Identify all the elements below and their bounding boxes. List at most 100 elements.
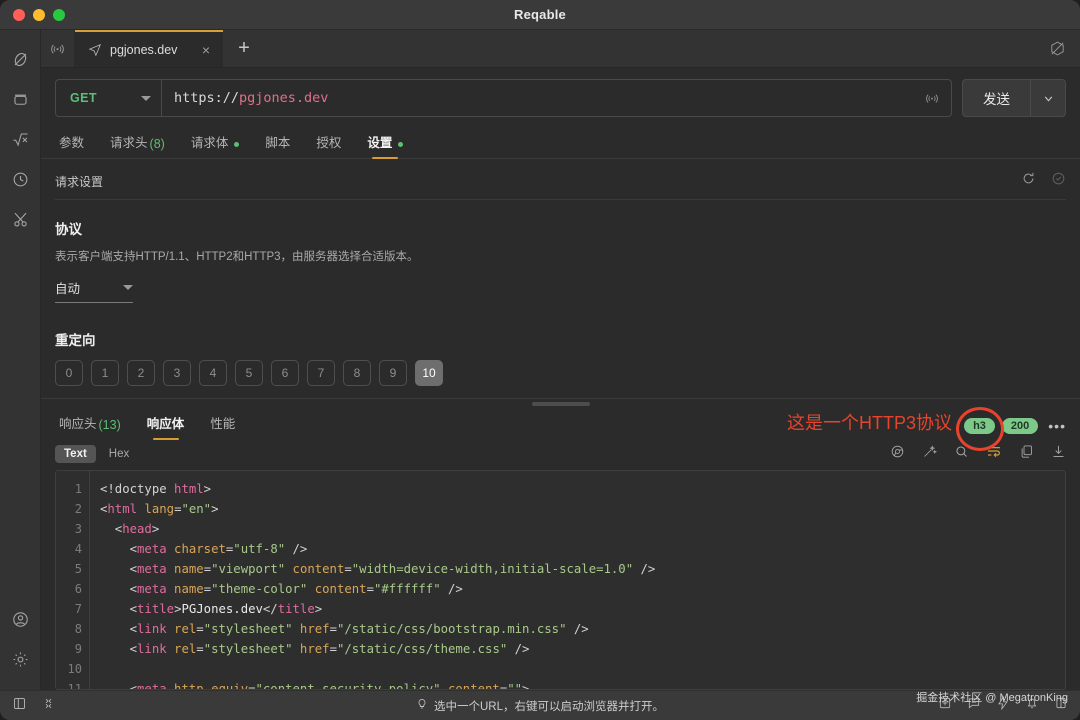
database-icon[interactable] (4, 80, 36, 118)
redirect-option-10[interactable]: 10 (415, 360, 443, 386)
line-number: 11 (67, 682, 82, 690)
code-token: < (100, 682, 138, 689)
status-left-actions (12, 696, 56, 716)
tab-headers[interactable]: 请求头 (8) (97, 132, 178, 158)
redirect-option-3[interactable]: 3 (163, 360, 191, 386)
tab-label: pgjones.dev (110, 42, 178, 57)
code-token: charset (166, 542, 226, 556)
code-token: meta (137, 582, 167, 596)
copy-icon[interactable] (1019, 444, 1034, 464)
tab-body[interactable]: 请求体 (178, 132, 253, 158)
view-mode-hex[interactable]: Hex (100, 445, 138, 463)
code-token: meta (137, 542, 167, 556)
settings-gear-icon[interactable] (4, 640, 36, 678)
line-number: 9 (74, 642, 82, 656)
line-number: 10 (67, 662, 82, 676)
tab-params[interactable]: 参数 (55, 132, 97, 158)
code-token: "/static/css/theme.css" (336, 642, 508, 656)
tab-pgjones-dev[interactable]: pgjones.dev × (75, 30, 223, 67)
code-token: = (366, 582, 374, 596)
code-token: > (203, 482, 212, 496)
tab-response-headers[interactable]: 响应头 (13) (55, 413, 134, 439)
code-content[interactable]: <!doctype html> <html lang="en"> <head> <… (90, 471, 1065, 689)
signal-icon[interactable] (41, 30, 75, 67)
code-token: content (307, 582, 367, 596)
line-number: 4 (74, 542, 82, 556)
search-icon[interactable] (954, 444, 969, 464)
code-line: <link rel="stylesheet" href="/static/css… (100, 639, 1065, 659)
more-options-icon[interactable]: ••• (1045, 418, 1066, 434)
url-signal-icon[interactable] (925, 91, 951, 105)
line-number: 5 (74, 562, 82, 576)
code-token: = (196, 622, 204, 636)
redirect-option-4[interactable]: 4 (199, 360, 227, 386)
magic-wand-icon[interactable] (922, 444, 938, 464)
send-options-chevron-down-icon[interactable] (1031, 80, 1065, 116)
code-token: href (292, 642, 330, 656)
download-icon[interactable] (1051, 444, 1066, 464)
view-mode-text[interactable]: Text (55, 444, 96, 463)
method-selector[interactable]: GET (56, 80, 162, 116)
history-icon[interactable] (4, 160, 36, 198)
box-off-icon[interactable] (1049, 30, 1080, 67)
viewer-actions (890, 443, 1066, 464)
redirect-option-5[interactable]: 5 (235, 360, 263, 386)
tab-response-performance[interactable]: 性能 (197, 413, 248, 439)
collapse-icon[interactable] (41, 696, 56, 716)
browser-icon[interactable] (890, 444, 905, 464)
word-wrap-icon[interactable] (986, 443, 1002, 464)
tab-label: 参数 (59, 136, 85, 150)
sqrt-icon[interactable] (4, 120, 36, 158)
new-tab-button[interactable]: + (223, 30, 265, 67)
code-token: "theme-color" (211, 582, 308, 596)
redirect-option-0[interactable]: 0 (55, 360, 83, 386)
code-token: < (100, 542, 138, 556)
network-icon[interactable] (4, 40, 36, 78)
response-code-viewer[interactable]: 123456789101112 <!doctype html><html lan… (55, 470, 1066, 690)
code-token: "content-security-policy" (255, 682, 441, 689)
line-number: 7 (74, 602, 82, 616)
send-button[interactable]: 发送 (963, 80, 1031, 116)
reqable-window: Reqable pgjones.dev × + GET https://pgjo… (0, 0, 1080, 720)
redirect-option-2[interactable]: 2 (127, 360, 155, 386)
modified-dot-icon (234, 142, 240, 147)
tools-icon[interactable] (4, 200, 36, 238)
code-line: <meta http-equiv="content-security-polic… (100, 679, 1065, 689)
splitter-grip[interactable] (531, 401, 590, 406)
line-number: 8 (74, 622, 82, 636)
redirect-option-1[interactable]: 1 (91, 360, 119, 386)
code-token: PGJones.dev (181, 602, 263, 616)
account-icon[interactable] (4, 600, 36, 638)
lightbulb-icon (416, 698, 428, 713)
panel-toggle-icon[interactable] (12, 696, 27, 716)
status-code-badge: 200 (1001, 418, 1039, 434)
watermark: 掘金技术社区 @ MegatronKing (916, 692, 1068, 704)
code-token: lang (137, 502, 175, 516)
code-token: head (122, 522, 152, 536)
refresh-icon[interactable] (1021, 171, 1036, 191)
redirect-option-7[interactable]: 7 (307, 360, 335, 386)
code-token: "#ffffff" (373, 582, 441, 596)
protocol-title: 协议 (55, 222, 82, 237)
code-token: meta (137, 682, 167, 689)
tab-auth[interactable]: 授权 (303, 132, 354, 158)
redirect-option-9[interactable]: 9 (379, 360, 407, 386)
protocol-badge: h3 (964, 418, 995, 434)
code-line: <!doctype html> (100, 479, 1065, 499)
check-circle-icon[interactable] (1051, 171, 1066, 191)
code-token: name (166, 562, 204, 576)
code-token: rel (166, 622, 197, 636)
redirect-option-8[interactable]: 8 (343, 360, 371, 386)
tab-settings[interactable]: 设置 (354, 132, 416, 158)
url-host: pgjones.dev (239, 90, 329, 106)
tab-response-body[interactable]: 响应体 (134, 413, 198, 439)
tab-script[interactable]: 脚本 (252, 132, 303, 158)
redirect-option-6[interactable]: 6 (271, 360, 299, 386)
close-icon[interactable]: × (200, 43, 212, 57)
protocol-select[interactable]: 自动 (55, 278, 133, 303)
url-input[interactable]: https://pgjones.dev (162, 90, 925, 106)
panel-splitter[interactable] (41, 398, 1080, 409)
tab-label: 响应头 (59, 417, 97, 431)
code-token: = (329, 622, 337, 636)
code-token: "stylesheet" (203, 642, 293, 656)
